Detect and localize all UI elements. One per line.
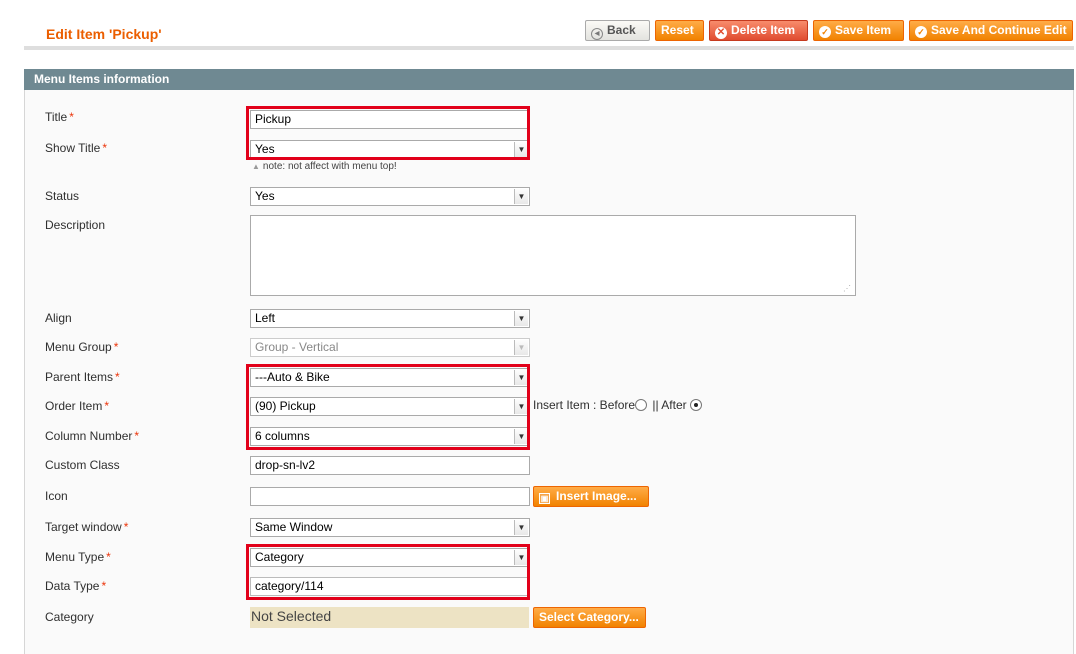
back-button-label: Back (607, 23, 636, 37)
highlight-box (246, 106, 530, 160)
category-value: Not Selected (250, 607, 529, 628)
insert-after-label: || After (652, 398, 687, 412)
menu-group-label: Menu Group * (45, 340, 119, 354)
insert-label: Insert Item : Before (533, 398, 636, 412)
target-window-select[interactable]: Same Window ▼ (250, 518, 530, 537)
custom-class-label: Custom Class (45, 458, 120, 472)
insert-before-radio[interactable] (635, 399, 648, 411)
triangle-up-icon: ▲ (252, 162, 260, 171)
target-window-label: Target window * (45, 520, 129, 534)
parent-items-label: Parent Items * (45, 370, 120, 384)
section-header: Menu Items information (24, 69, 1074, 90)
resize-grip-icon[interactable]: ⋰ (843, 284, 851, 293)
checkmark-icon: ✓ (915, 26, 927, 38)
title-label: Title * (45, 110, 74, 124)
delete-item-button[interactable]: ✕ Delete Item (709, 20, 808, 41)
section-body (24, 90, 1074, 654)
header-divider (24, 46, 1074, 50)
status-select[interactable]: Yes ▼ (250, 187, 530, 206)
reset-button-label: Reset (661, 23, 694, 37)
description-textarea[interactable] (250, 215, 856, 296)
target-window-value: Same Window (255, 520, 333, 534)
icon-input[interactable] (250, 487, 530, 506)
menu-type-label: Menu Type * (45, 550, 111, 564)
select-category-button[interactable]: Select Category... (533, 607, 646, 628)
save-continue-button[interactable]: ✓ Save And Continue Edit (909, 20, 1073, 41)
chevron-down-icon: ▼ (514, 520, 528, 535)
back-button[interactable]: ◀ Back (585, 20, 650, 41)
delete-button-label: Delete Item (731, 23, 796, 37)
status-label: Status (45, 189, 80, 203)
insert-image-label: Insert Image... (556, 489, 637, 503)
save-item-button[interactable]: ✓ Save Item (813, 20, 904, 41)
chevron-down-icon: ▼ (514, 340, 528, 355)
column-number-label: Column Number * (45, 429, 140, 443)
save-continue-button-label: Save And Continue Edit (931, 23, 1067, 37)
chevron-down-icon: ▼ (514, 311, 528, 326)
status-value: Yes (255, 189, 275, 203)
description-label: Description (45, 218, 106, 232)
menu-group-select: Group - Vertical ▼ (250, 338, 530, 357)
align-value: Left (255, 311, 276, 325)
menu-group-value: Group - Vertical (255, 340, 339, 354)
align-label: Align (45, 311, 72, 325)
select-category-label: Select Category... (539, 610, 639, 624)
icon-label: Icon (45, 489, 68, 503)
insert-image-button[interactable]: ▣ Insert Image... (533, 486, 649, 507)
reset-button[interactable]: Reset (655, 20, 704, 41)
chevron-down-icon: ▼ (514, 189, 528, 204)
checkmark-icon: ✓ (819, 26, 831, 38)
data-type-label: Data Type * (45, 579, 107, 593)
page-title: Edit Item 'Pickup' (46, 26, 162, 42)
category-label: Category (45, 610, 94, 624)
custom-class-input[interactable]: drop-sn-lv2 (250, 456, 530, 475)
image-icon: ▣ (539, 493, 550, 504)
show-title-label: Show Title * (45, 141, 108, 155)
back-arrow-icon: ◀ (591, 28, 603, 40)
align-select[interactable]: Left ▼ (250, 309, 530, 328)
insert-position-group: Insert Item : Before || After (533, 398, 704, 412)
delete-icon: ✕ (715, 27, 727, 39)
insert-after-radio[interactable] (689, 399, 702, 411)
show-title-note: ▲ note: not affect with menu top! (252, 161, 397, 172)
highlight-box (246, 364, 530, 450)
order-item-label: Order Item * (45, 399, 110, 413)
highlight-box (246, 544, 530, 600)
save-button-label: Save Item (835, 23, 892, 37)
